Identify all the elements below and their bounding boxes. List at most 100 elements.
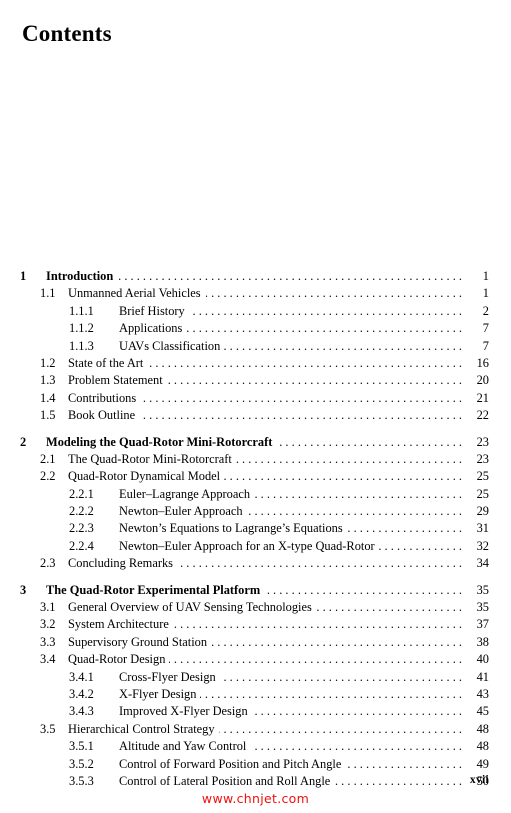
toc-entry-number: 3.4 (40, 652, 56, 667)
toc-leader-dots: . . . . . . . . . . . . . . . . . . . . … (316, 600, 462, 615)
toc-entry-title: Altitude and Yaw Control (119, 739, 247, 754)
toc-entry[interactable]: 3.3 Supervisory Ground Station. . . . . .… (0, 634, 511, 651)
toc-entry-title: Problem Statement (68, 373, 163, 388)
page-title: Contents (22, 21, 112, 46)
toc-entry[interactable]: 1.1.3 UAVs Classification. . . . . . . . … (0, 338, 511, 355)
toc-entry[interactable]: 1.3 Problem Statement . . . . . . . . . . … (0, 372, 511, 389)
toc-entry-number: 2.2.3 (69, 521, 94, 536)
toc-leader-dots: . . . . . . . . . . . . . . . . . . . . … (346, 756, 462, 771)
toc-entry-page-number: 7 (482, 338, 489, 353)
toc-entry[interactable]: 1.1.1 Brief History . . . . . . . . . . . … (0, 303, 511, 320)
toc-entry[interactable]: 1.4 Contributions. . . . . . . . . . . . … (0, 390, 511, 407)
toc-entry-page-number: 29 (476, 504, 489, 519)
toc-leader-dots: . . . . . . . . . . . . . . . . . . . . … (252, 704, 462, 719)
toc-entry[interactable]: 1.2 State of the Art . . . . . . . . . . .… (0, 355, 511, 372)
toc-entry[interactable]: 1.1.2 Applications. . . . . . . . . . . .… (0, 320, 511, 337)
toc-entry-title: Quad-Rotor Design (68, 652, 166, 667)
toc-leader-dots: . . . . . . . . . . . . . . . . . . . . … (224, 469, 462, 484)
toc-entry-number: 1.3 (40, 373, 56, 388)
toc-entry-title: Hierarchical Control Strategy (68, 721, 215, 736)
toc-entry-title: Control of Lateral Position and Roll Ang… (119, 773, 331, 788)
toc-entry[interactable]: 3.4.3 Improved X-Flyer Design . . . . . . … (0, 703, 511, 720)
toc-entry-page-number: 37 (476, 617, 489, 632)
toc-entry-number: 3.5.1 (69, 739, 94, 754)
toc-entry-number: 1.2 (40, 355, 56, 370)
toc-leader-dots: . . . . . . . . . . . . . . . . . . . . … (251, 739, 462, 754)
toc-entry-number: 2.2.4 (69, 538, 94, 553)
toc-entry-number: 1.1.1 (69, 303, 94, 318)
toc-entry-title: The Quad-Rotor Experimental Platform (46, 582, 261, 597)
toc-entry-title: Unmanned Aerial Vehicles (68, 286, 201, 301)
toc-entry-number: 2.2 (40, 469, 56, 484)
toc-entry[interactable]: 1 Introduction. . . . . . . . . . . . . .… (0, 268, 511, 285)
toc-entry[interactable]: 2.1 The Quad-Rotor Mini-Rotorcraft. . . .… (0, 451, 511, 468)
toc-entry-page-number: 25 (476, 469, 489, 484)
toc-entry-page-number: 35 (476, 582, 489, 597)
toc-entry-title: X-Flyer Design (119, 686, 197, 701)
toc-entry[interactable]: 2.3 Concluding Remarks . . . . . . . . . .… (0, 555, 511, 572)
toc-leader-dots: . . . . . . . . . . . . . . . . . . . . … (173, 617, 462, 632)
toc-entry-page-number: 48 (476, 721, 489, 736)
toc-leader-dots: . . . . . . . . . . . . . . . . . . . . … (186, 321, 462, 336)
toc-leader-dots: . . . . . . . . . . . . . . . . . . . . … (200, 686, 462, 701)
toc-entry[interactable]: 2.2 Quad-Rotor Dynamical Model. . . . . .… (0, 468, 511, 485)
toc-entry-title: Control of Forward Position and Pitch An… (119, 756, 342, 771)
toc-entry[interactable]: 3.5 Hierarchical Control Strategy . . . . … (0, 721, 511, 738)
toc-entry[interactable]: 3.5.1 Altitude and Yaw Control . . . . . .… (0, 738, 511, 755)
toc-entry[interactable]: 3 The Quad-Rotor Experimental Platform. .… (0, 582, 511, 599)
toc-entry[interactable]: 2.2.2 Newton–Euler Approach . . . . . . . … (0, 503, 511, 520)
toc-entry-title: Supervisory Ground Station (68, 634, 208, 649)
toc-entry-page-number: 16 (476, 355, 489, 370)
toc-entry-number: 3.5.2 (69, 756, 94, 771)
toc-entry-number: 1 (20, 269, 27, 283)
toc-entry[interactable]: 3.4 Quad-Rotor Design. . . . . . . . . . … (0, 651, 511, 668)
toc-entry[interactable]: 1.5 Book Outline. . . . . . . . . . . . .… (0, 407, 511, 424)
toc-leader-dots: . . . . . . . . . . . . . . . . . . . . … (177, 556, 462, 571)
toc-entry-page-number: 1 (482, 269, 489, 283)
toc-entry[interactable]: 3.1 General Overview of UAV Sensing Techn… (0, 599, 511, 616)
toc-entry-title: Book Outline (68, 408, 136, 423)
toc-leader-dots: . . . . . . . . . . . . . . . . . . . . … (117, 269, 462, 283)
toc-leader-dots: . . . . . . . . . . . . . . . . . . . . … (169, 652, 462, 667)
toc-page: Contents 1 Introduction. . . . . . . . . … (0, 0, 511, 813)
toc-entry-title: General Overview of UAV Sensing Technolo… (68, 600, 312, 615)
toc-leader-dots: . . . . . . . . . . . . . . . . . . . . … (211, 634, 462, 649)
toc-leader-dots: . . . . . . . . . . . . . . . . . . . . … (235, 451, 462, 466)
toc-entry-page-number: 32 (476, 538, 489, 553)
toc-entry-title: Quad-Rotor Dynamical Model (68, 469, 221, 484)
toc-entry-title: Newton’s Equations to Lagrange’s Equatio… (119, 521, 343, 536)
toc-entry-number: 3.3 (40, 634, 56, 649)
toc-entry[interactable]: 2.2.4 Newton–Euler Approach for an X-type… (0, 538, 511, 555)
toc-entry-page-number: 49 (476, 756, 489, 771)
toc-entry-title: Newton–Euler Approach (119, 504, 243, 519)
toc-entry-title: State of the Art (68, 355, 144, 370)
toc-entry-number: 3.4.2 (69, 686, 94, 701)
toc-entry[interactable]: 2 Modeling the Quad-Rotor Mini-Rotorcraft… (0, 434, 511, 451)
toc-entry[interactable]: 3.5.2 Control of Forward Position and Pit… (0, 756, 511, 773)
toc-entry[interactable]: 1.1 Unmanned Aerial Vehicles . . . . . . .… (0, 285, 511, 302)
toc-entry-number: 3.4.3 (69, 704, 94, 719)
toc-entry-title: Cross-Flyer Design (119, 669, 216, 684)
toc-leader-dots: . . . . . . . . . . . . . . . . . . . . … (277, 434, 462, 449)
toc-entry-title: Newton–Euler Approach for an X-type Quad… (119, 538, 375, 553)
toc-entry[interactable]: 2.2.3 Newton’s Equations to Lagrange’s Eq… (0, 520, 511, 537)
toc-entry-title: Contributions (68, 390, 137, 405)
toc-entry-page-number: 23 (476, 451, 489, 466)
toc-entry-title: UAVs Classification (119, 338, 221, 353)
toc-entry[interactable]: 3.4.2 X-Flyer Design. . . . . . . . . . .… (0, 686, 511, 703)
toc-entry-number: 2.2.2 (69, 504, 94, 519)
toc-entry[interactable]: 3.4.1 Cross-Flyer Design . . . . . . . . .… (0, 669, 511, 686)
toc-entry-page-number: 45 (476, 704, 489, 719)
toc-entry-page-number: 21 (476, 390, 489, 405)
toc-entry-page-number: 22 (476, 408, 489, 423)
toc-entry[interactable]: 3.2 System Architecture . . . . . . . . . … (0, 616, 511, 633)
toc-entry[interactable]: 2.2.1 Euler–Lagrange Approach . . . . . . … (0, 486, 511, 503)
toc-entry-number: 3.4.1 (69, 669, 94, 684)
toc-entry[interactable]: 3.5.3 Control of Lateral Position and Rol… (0, 773, 511, 790)
toc-entry-page-number: 48 (476, 739, 489, 754)
toc-leader-dots: . . . . . . . . . . . . . . . . . . . . … (139, 408, 462, 423)
toc-entry-page-number: 7 (482, 321, 489, 336)
toc-leader-dots: . . . . . . . . . . . . . . . . . . . . … (347, 521, 462, 536)
toc-leader-dots: . . . . . . . . . . . . . . . . . . . . … (167, 373, 462, 388)
toc-entry-title: Modeling the Quad-Rotor Mini-Rotorcraft (46, 434, 273, 449)
